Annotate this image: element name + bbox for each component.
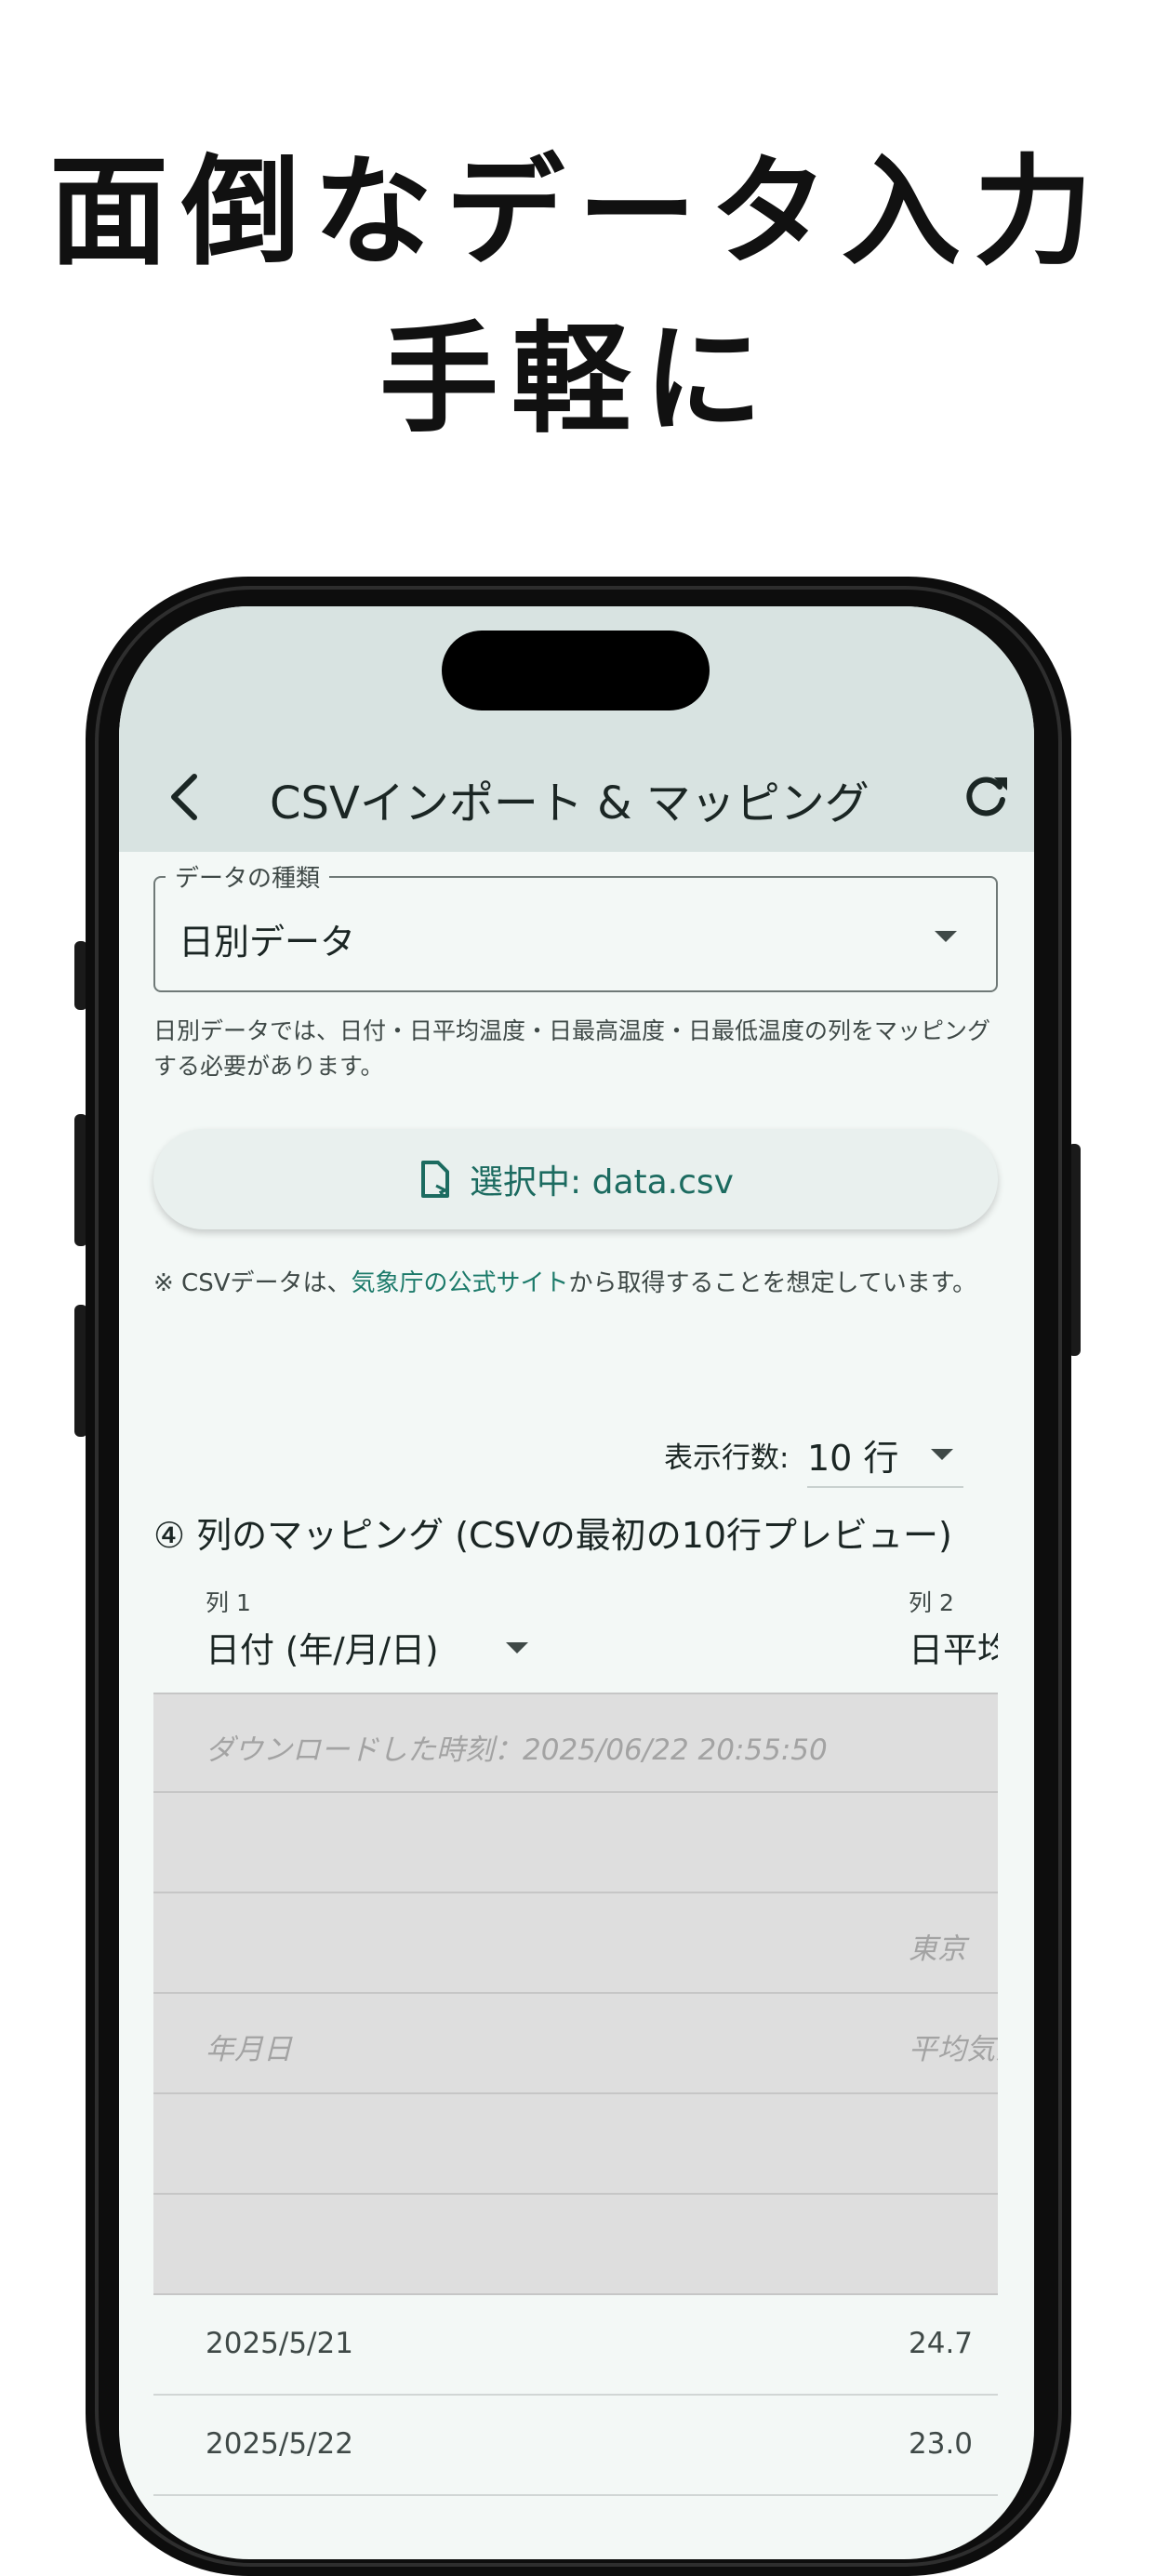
table-cell: ダウンロードした時刻：2025/06/22 20:55:50 — [206, 1733, 828, 1767]
chevron-down-icon[interactable] — [931, 1449, 953, 1460]
file-icon — [421, 1161, 450, 1198]
data-type-helper-text: 日別データでは、日付・日平均温度・日最高温度・日最低温度の列をマッピングする必要… — [153, 1017, 991, 1080]
csv-preview-table: ダウンロードした時刻：2025/06/22 20:55:50 東京 年月日 平均… — [153, 1693, 998, 2496]
chevron-down-icon[interactable] — [935, 931, 957, 942]
page-title: CSVインポート & マッピング — [270, 777, 870, 830]
table-row — [153, 1793, 998, 1893]
table-cell: 2025/5/21 — [206, 2327, 353, 2360]
chevron-left-icon[interactable] — [161, 769, 207, 825]
column-1-mapping-select[interactable]: 日付 (年/月/日) — [206, 1622, 439, 1672]
csv-source-note: ※ CSVデータは、気象庁の公式サイトから取得することを想定しています。 — [153, 1265, 1009, 1302]
select-file-button[interactable]: 選択中: data.csv — [153, 1129, 998, 1229]
note-suffix: から取得することを想定しています。 — [568, 1269, 977, 1297]
chevron-down-icon[interactable] — [506, 1642, 528, 1653]
column-2-header: 列 2 — [909, 1589, 954, 1616]
table-row: 年月日 平均気温 — [153, 1994, 998, 2094]
jma-site-link[interactable]: 気象庁の公式サイト — [352, 1269, 569, 1297]
headline-line-1: 面倒なデータ入力 — [48, 143, 1106, 282]
select-file-label: 選択中: data.csv — [470, 1163, 734, 1202]
data-type-value: 日別データ — [179, 922, 356, 963]
table-cell: 年月日 — [206, 2033, 292, 2066]
table-row — [153, 2195, 998, 2295]
table-row: 東京 — [153, 1893, 998, 1994]
table-cell: 2025/5/22 — [206, 2427, 353, 2461]
app-screen: CSVインポート & マッピング データの種類 日別データ 日別データでは、日付… — [119, 606, 1034, 2559]
refresh-icon[interactable] — [961, 772, 1011, 822]
column-1-header: 列 1 — [206, 1589, 251, 1616]
table-cell: 東京 — [909, 1932, 966, 1966]
dynamic-island — [442, 631, 710, 710]
note-prefix: ※ CSVデータは、 — [153, 1269, 352, 1297]
table-row: ダウンロードした時刻：2025/06/22 20:55:50 — [153, 1693, 998, 1793]
rows-select-underline — [807, 1486, 963, 1488]
table-row: 2025/5/21 24.7 — [153, 2295, 998, 2396]
rows-count-select[interactable]: 10 行 — [807, 1429, 898, 1481]
table-cell: 平均気温 — [909, 2033, 998, 2066]
table-cell: 24.7 — [909, 2327, 974, 2360]
mapping-section-title: ④ 列のマッピング (CSVの最初の10行プレビュー) — [153, 1515, 952, 1556]
table-cell: 23.0 — [909, 2427, 974, 2461]
column-2-mapping-select[interactable]: 日平均気温 — [909, 1622, 998, 1672]
rows-count-label: 表示行数: — [664, 1441, 790, 1475]
data-type-label: データの種類 — [166, 859, 330, 894]
table-row — [153, 2094, 998, 2195]
headline-line-2: 手軽に — [378, 311, 776, 449]
table-row: 2025/5/22 23.0 — [153, 2396, 998, 2496]
